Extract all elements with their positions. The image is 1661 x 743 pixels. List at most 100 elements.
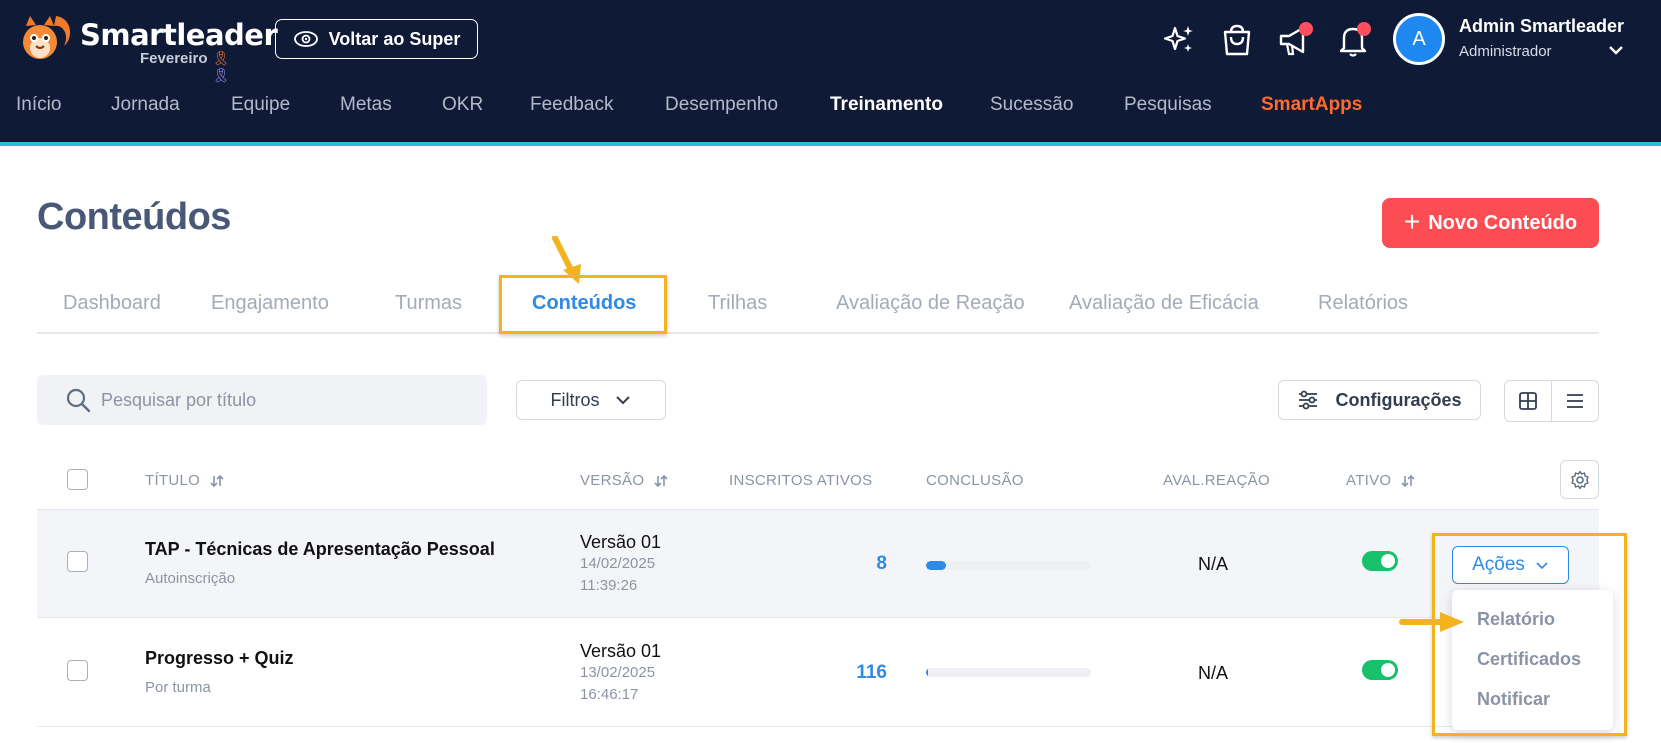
filters-label: Filtros bbox=[550, 389, 600, 410]
main-nav: Início Jornada Equipe Metas OKR Feedback… bbox=[0, 94, 1400, 124]
row-checkbox[interactable] bbox=[67, 660, 88, 681]
active-toggle[interactable] bbox=[1362, 551, 1398, 571]
menu-item-certificados[interactable]: Certificados bbox=[1477, 649, 1581, 670]
gear-icon bbox=[1570, 470, 1589, 489]
list-icon bbox=[1567, 394, 1583, 408]
menu-item-relatorio[interactable]: Relatório bbox=[1477, 609, 1555, 630]
col-titulo-label: TÍTULO bbox=[145, 472, 201, 489]
nav-inicio[interactable]: Início bbox=[16, 94, 61, 116]
col-conclusao: CONCLUSÃO bbox=[926, 472, 1024, 489]
list-view-button[interactable] bbox=[1552, 381, 1598, 421]
chevron-down-icon bbox=[615, 396, 630, 405]
squirrel-logo-icon bbox=[23, 16, 71, 59]
tab-relatorios[interactable]: Relatórios bbox=[1318, 292, 1408, 315]
pointer-arrow-icon bbox=[552, 236, 581, 284]
col-versao-label: VERSÃO bbox=[580, 472, 645, 489]
completion-bar bbox=[926, 668, 1091, 677]
new-content-label: Novo Conteúdo bbox=[1428, 211, 1578, 234]
nav-metas[interactable]: Metas bbox=[340, 94, 392, 116]
back-to-super-button[interactable]: Voltar ao Super bbox=[275, 19, 478, 59]
shopping-bag-icon bbox=[1223, 24, 1251, 56]
nav-pesquisas[interactable]: Pesquisas bbox=[1124, 94, 1212, 116]
tab-trilhas[interactable]: Trilhas bbox=[708, 292, 767, 315]
sparkles-icon bbox=[1163, 26, 1193, 52]
select-all-checkbox[interactable] bbox=[67, 469, 88, 490]
top-header: Smartleader Fevereiro 🎗🎗 Voltar ao Super bbox=[0, 0, 1661, 146]
row-reaction: N/A bbox=[1198, 663, 1229, 683]
row-version: Versão 01 bbox=[580, 641, 662, 661]
nav-okr[interactable]: OKR bbox=[442, 94, 483, 116]
brand-month: Fevereiro bbox=[140, 50, 208, 67]
row-enrolled[interactable]: 8 bbox=[807, 553, 887, 575]
col-inscritos: INSCRITOS ATIVOS bbox=[729, 472, 873, 489]
tab-avaliacao-reacao[interactable]: Avaliação de Reação bbox=[836, 292, 1025, 315]
tab-avaliacao-eficacia[interactable]: Avaliação de Eficácia bbox=[1069, 292, 1259, 315]
grid-view-button[interactable] bbox=[1505, 381, 1552, 421]
nav-desempenho[interactable]: Desempenho bbox=[665, 94, 778, 116]
completion-fill bbox=[926, 561, 946, 570]
pointer-arrow-icon bbox=[1399, 612, 1464, 632]
col-titulo[interactable]: TÍTULO bbox=[145, 472, 224, 489]
sort-icon bbox=[654, 474, 668, 487]
tab-dashboard[interactable]: Dashboard bbox=[63, 292, 161, 315]
menu-item-notificar[interactable]: Notificar bbox=[1477, 689, 1550, 710]
user-avatar[interactable]: A bbox=[1393, 13, 1445, 65]
row-date-day: 13/02/2025 bbox=[580, 664, 656, 681]
completion-bar bbox=[926, 561, 1091, 570]
active-toggle[interactable] bbox=[1362, 660, 1398, 680]
table-row[interactable]: TAP - Técnicas de Apresentação Pessoal A… bbox=[37, 510, 1599, 618]
announcements-badge bbox=[1299, 22, 1313, 36]
new-content-button[interactable]: + Novo Conteúdo bbox=[1382, 198, 1599, 248]
ribbons-icon: 🎗🎗 bbox=[212, 50, 230, 83]
configurations-label: Configurações bbox=[1335, 389, 1462, 410]
nav-feedback[interactable]: Feedback bbox=[530, 94, 613, 116]
table-settings-button[interactable] bbox=[1560, 460, 1599, 499]
nav-smartapps[interactable]: SmartApps bbox=[1261, 94, 1362, 116]
actions-label: Ações bbox=[1472, 554, 1525, 575]
nav-treinamento[interactable]: Treinamento bbox=[830, 94, 943, 116]
search-box bbox=[37, 375, 487, 425]
row-date-time: 16:46:17 bbox=[580, 686, 639, 703]
actions-dropdown-button[interactable]: Ações bbox=[1452, 546, 1569, 584]
col-ativo-label: ATIVO bbox=[1346, 472, 1392, 489]
smartleader-logo[interactable]: Smartleader Fevereiro 🎗🎗 bbox=[16, 12, 278, 83]
row-checkbox[interactable] bbox=[67, 551, 88, 572]
sort-icon bbox=[1401, 474, 1415, 487]
row-version: Versão 01 bbox=[580, 532, 662, 552]
row-date-time: 11:39:26 bbox=[580, 577, 638, 594]
col-ativo[interactable]: ATIVO bbox=[1346, 472, 1415, 489]
col-versao[interactable]: VERSÃO bbox=[580, 472, 668, 489]
table-row[interactable]: Progresso + Quiz Por turma Versão 01 13/… bbox=[37, 619, 1599, 727]
shop-bag-button[interactable] bbox=[1219, 22, 1255, 58]
row-type: Por turma bbox=[145, 679, 211, 696]
nav-jornada[interactable]: Jornada bbox=[111, 94, 180, 116]
row-title[interactable]: Progresso + Quiz bbox=[145, 648, 294, 669]
brand-name: Smartleader bbox=[80, 18, 278, 52]
announcements-button[interactable] bbox=[1277, 22, 1313, 58]
row-title[interactable]: TAP - Técnicas de Apresentação Pessoal bbox=[145, 539, 495, 560]
configurations-button[interactable]: Configurações bbox=[1278, 380, 1481, 420]
search-input[interactable] bbox=[101, 375, 471, 425]
nav-equipe[interactable]: Equipe bbox=[231, 94, 290, 116]
sub-tabs: Dashboard Engajamento Turmas Conteúdos T… bbox=[37, 282, 1599, 334]
view-toggle bbox=[1504, 380, 1599, 422]
completion-fill bbox=[926, 668, 929, 677]
grid-icon bbox=[1519, 392, 1537, 410]
chevron-down-icon[interactable] bbox=[1607, 43, 1625, 57]
nav-sucessao[interactable]: Sucessão bbox=[990, 94, 1073, 116]
row-date: 14/02/2025 11:39:26 bbox=[580, 553, 655, 597]
back-to-super-label: Voltar ao Super bbox=[328, 28, 461, 49]
notifications-badge bbox=[1357, 22, 1371, 36]
filters-dropdown[interactable]: Filtros bbox=[516, 380, 666, 420]
user-role: Administrador bbox=[1459, 43, 1552, 60]
row-type: Autoinscrição bbox=[145, 570, 236, 587]
notifications-button[interactable] bbox=[1335, 22, 1371, 58]
row-enrolled[interactable]: 116 bbox=[807, 662, 887, 684]
user-name[interactable]: Admin Smartleader bbox=[1459, 16, 1624, 37]
tab-turmas[interactable]: Turmas bbox=[395, 292, 462, 315]
sparkles-button[interactable] bbox=[1161, 22, 1197, 58]
col-aval-reacao: AVAL.REAÇÃO bbox=[1163, 472, 1270, 489]
tab-engajamento[interactable]: Engajamento bbox=[211, 292, 329, 315]
actions-menu: Relatório Certificados Notificar bbox=[1452, 590, 1613, 730]
row-reaction: N/A bbox=[1198, 554, 1229, 574]
